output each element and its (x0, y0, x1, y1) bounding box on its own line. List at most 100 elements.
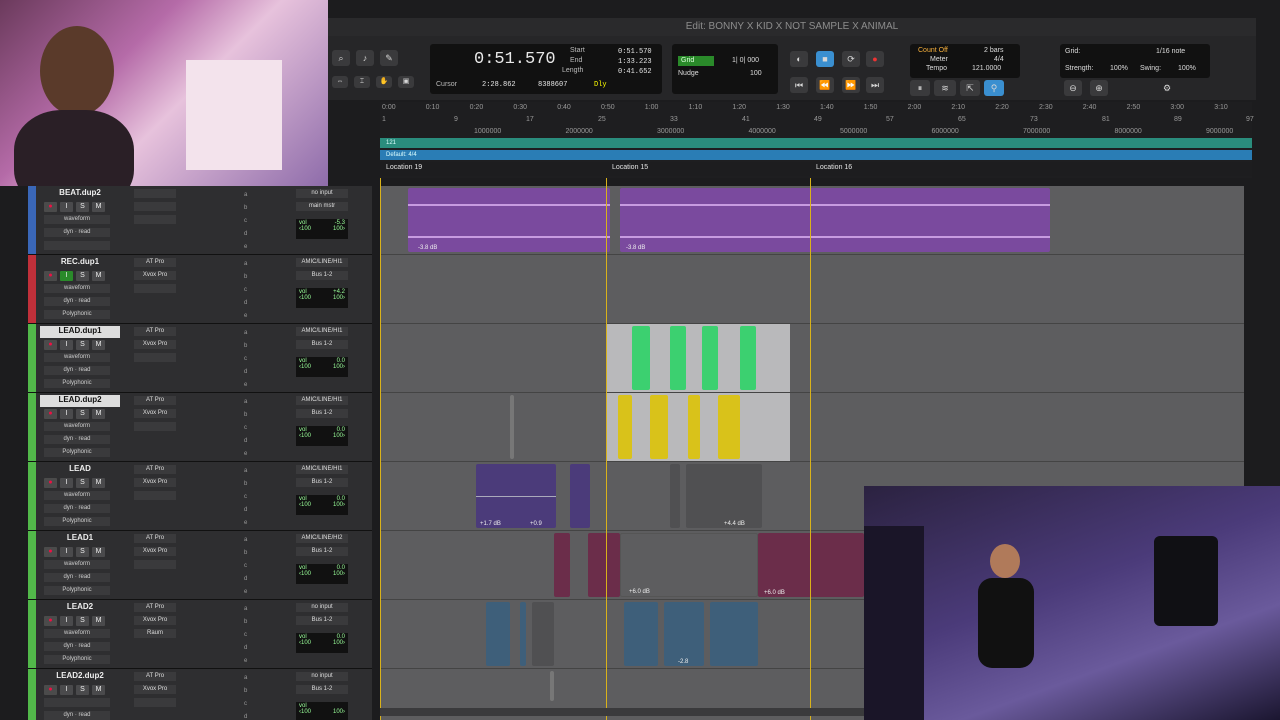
count-off-label[interactable]: Count Off (918, 47, 948, 54)
input-monitor-button[interactable]: I (60, 340, 73, 350)
send-b[interactable]: b (244, 688, 247, 694)
send-c[interactable]: c (244, 218, 247, 224)
send-b[interactable]: b (244, 412, 247, 418)
track-view-select[interactable] (44, 698, 110, 707)
grid-button[interactable]: Grid (678, 56, 714, 66)
send-d[interactable]: d (244, 507, 247, 513)
solo-button[interactable]: S (76, 409, 89, 419)
clip-lead-dup2-d[interactable] (718, 395, 740, 459)
grab-tool-icon[interactable]: ✋ (376, 76, 392, 88)
mute-button[interactable]: M (92, 616, 105, 626)
send-e[interactable]: e (244, 313, 247, 319)
insert-slot[interactable] (134, 491, 176, 500)
insert-slot[interactable]: AT Pro (134, 465, 176, 474)
send-a[interactable]: a (244, 675, 247, 681)
elastic-audio-mode[interactable]: Polyphonic (44, 586, 110, 595)
pan-left[interactable]: ‹100 (299, 364, 311, 370)
input-monitor-button[interactable]: I (60, 271, 73, 281)
track-name[interactable]: LEAD2.dup2 (40, 671, 120, 683)
send-e[interactable]: e (244, 244, 247, 250)
send-e[interactable]: e (244, 382, 247, 388)
input-selector[interactable]: AMIC/LINE/HI1 (296, 258, 348, 267)
mute-button[interactable]: M (92, 340, 105, 350)
volume-display[interactable]: vol 0.0 ‹100 100› (296, 564, 348, 584)
track-header[interactable]: LEAD ● I S M waveform dyn · read Polypho… (28, 462, 372, 531)
input-monitor-button[interactable]: I (60, 616, 73, 626)
solo-button[interactable]: S (76, 271, 89, 281)
link-icon[interactable]: ⚲ (984, 80, 1004, 96)
insert-slot[interactable]: Xvox Pro (134, 547, 176, 556)
clip-lead2-d[interactable] (624, 602, 658, 666)
insert-slot[interactable]: Xvox Pro (134, 271, 176, 280)
forward-icon[interactable]: ⏩ (842, 77, 860, 93)
solo-button[interactable]: S (76, 616, 89, 626)
elastic-audio-mode[interactable]: Polyphonic (44, 655, 110, 664)
volume-display[interactable]: vol 0.0 ‹100 100› (296, 357, 348, 377)
send-a[interactable]: a (244, 192, 247, 198)
clip-lead-dup1-a[interactable] (632, 326, 650, 390)
clip-lead-d[interactable]: +4.4 dB (686, 464, 762, 528)
volume-display[interactable]: vol 0.0 ‹100 100› (296, 495, 348, 515)
input-selector[interactable]: AMIC/LINE/HI1 (296, 396, 348, 405)
volume-display[interactable]: vol 0.0 ‹100 100› (296, 633, 348, 653)
lane-lead-dup2[interactable] (380, 393, 1244, 462)
track-header[interactable]: REC.dup1 ● I S M waveform dyn · read Pol… (28, 255, 372, 324)
grid-value[interactable]: 1| 0| 000 (732, 57, 759, 64)
input-monitor-button[interactable]: I (60, 685, 73, 695)
record-arm-button[interactable]: ● (44, 202, 57, 212)
send-d[interactable]: d (244, 645, 247, 651)
dly-label[interactable]: Dly (594, 81, 607, 89)
mute-button[interactable]: M (92, 271, 105, 281)
send-d[interactable]: d (244, 231, 247, 237)
send-d[interactable]: d (244, 714, 247, 720)
insert-slot[interactable]: Xvox Pro (134, 340, 176, 349)
track-name[interactable]: LEAD.dup1 (40, 326, 120, 338)
input-selector[interactable]: AMIC/LINE/HI2 (296, 534, 348, 543)
automation-mode[interactable]: dyn · read (44, 504, 110, 513)
send-c[interactable]: c (244, 425, 247, 431)
send-b[interactable]: b (244, 619, 247, 625)
clip-beat-a[interactable]: -3.8 dB (408, 188, 610, 252)
insert-slot[interactable] (134, 560, 176, 569)
clip-lead-dup2-a[interactable] (618, 395, 632, 459)
strength-value[interactable]: 100% (1110, 65, 1128, 72)
pan-right[interactable]: 100› (333, 295, 345, 301)
automation-mode[interactable]: dyn · read (44, 228, 110, 237)
send-d[interactable]: d (244, 576, 247, 582)
pan-left[interactable]: ‹100 (299, 502, 311, 508)
nudge-value[interactable]: 100 (750, 70, 762, 77)
count-off-bars[interactable]: 2 bars (984, 47, 1003, 54)
stop-icon[interactable]: ■ (816, 51, 834, 67)
clip-lead-dup2-small[interactable] (510, 395, 514, 459)
insert-slot[interactable] (134, 284, 176, 293)
speaker-icon[interactable]: ♪ (356, 50, 374, 66)
tempo-value[interactable]: 121.0000 (972, 65, 1001, 72)
track-header[interactable]: LEAD1 ● I S M waveform dyn · read Polyph… (28, 531, 372, 600)
record-arm-button[interactable]: ● (44, 685, 57, 695)
clip-lead1-d[interactable]: +6.0 dB (758, 533, 864, 597)
pan-left[interactable]: ‹100 (299, 295, 311, 301)
main-counter[interactable]: 0:51.570 Start End Length 0:51.570 1:33.… (430, 44, 662, 94)
solo-button[interactable]: S (76, 340, 89, 350)
solo-button[interactable]: S (76, 685, 89, 695)
meter-value[interactable]: 4/4 (994, 56, 1004, 63)
pan-right[interactable]: 100› (333, 502, 345, 508)
insert-slot[interactable] (134, 422, 176, 431)
online-icon[interactable]: ◐ (790, 51, 808, 67)
pan-right[interactable]: 100› (333, 709, 345, 715)
record-arm-button[interactable]: ● (44, 547, 57, 557)
input-selector[interactable]: no input (296, 672, 348, 681)
insert-slot[interactable]: AT Pro (134, 396, 176, 405)
send-c[interactable]: c (244, 287, 247, 293)
pencil-icon[interactable]: ✎ (380, 50, 398, 66)
solo-button[interactable]: S (76, 202, 89, 212)
automation-mode[interactable]: dyn · read (44, 711, 110, 720)
send-e[interactable]: e (244, 658, 247, 664)
mute-button[interactable]: M (92, 202, 105, 212)
insert-slot[interactable]: AT Pro (134, 534, 176, 543)
input-monitor-button[interactable]: I (60, 409, 73, 419)
send-c[interactable]: c (244, 701, 247, 707)
swing-value[interactable]: 100% (1178, 65, 1196, 72)
automation-mode[interactable]: dyn · read (44, 435, 110, 444)
volume-display[interactable]: vol ‹100 100› (296, 702, 348, 720)
